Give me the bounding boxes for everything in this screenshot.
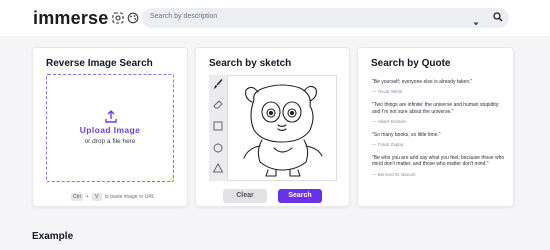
- search-icon: [493, 9, 503, 27]
- quote-text[interactable]: "Two things are infinite: the universe a…: [372, 102, 506, 115]
- chevron-down-icon[interactable]: [473, 14, 479, 26]
- palette-icon[interactable]: [126, 11, 140, 25]
- quote-text[interactable]: "Be yourself; everyone else is already t…: [372, 79, 506, 85]
- quote-author: — Frank Zappa: [372, 142, 404, 148]
- card-title: Search by sketch: [209, 58, 292, 69]
- kbd-ctrl: Ctrl: [71, 193, 83, 201]
- sketch-search-card: Search by sketch Clear Search: [195, 47, 350, 207]
- upload-image-label[interactable]: Upload Image: [47, 125, 173, 135]
- brush-icon[interactable]: [212, 77, 224, 89]
- upload-dropzone[interactable]: Upload Image or drop a file here: [46, 74, 174, 182]
- paste-hint: to paste image or URL: [104, 194, 155, 200]
- app-logo[interactable]: immerse: [33, 8, 108, 29]
- quote-author: — Oscar Wilde: [372, 89, 403, 95]
- quote-list: "Be yourself; everyone else is already t…: [372, 79, 506, 185]
- kbd-v: V: [91, 193, 102, 201]
- sketch-search-button[interactable]: Search: [278, 189, 322, 203]
- search-bar[interactable]: Search by description: [142, 8, 489, 28]
- search-input[interactable]: Search by description: [150, 13, 217, 20]
- image-search-icon[interactable]: [111, 11, 125, 25]
- eraser-icon[interactable]: [212, 97, 224, 109]
- quote-item[interactable]: "Be yourself; everyone else is already t…: [372, 79, 506, 94]
- card-title: Reverse Image Search: [46, 58, 153, 69]
- quote-item[interactable]: "So many books, so little time." — Frank…: [372, 132, 506, 147]
- sketch-canvas[interactable]: [227, 75, 337, 181]
- drop-hint: or drop a file here: [84, 138, 136, 145]
- card-title: Search by Quote: [371, 58, 451, 69]
- quote-search-card: Search by Quote "Be yourself; everyone e…: [357, 47, 514, 207]
- square-icon[interactable]: [212, 119, 224, 131]
- paste-hint-row: Ctrl + V to paste image or URL: [71, 192, 155, 202]
- clear-button[interactable]: Clear: [223, 189, 267, 203]
- triangle-icon[interactable]: [212, 161, 224, 173]
- circle-icon[interactable]: [212, 141, 224, 153]
- sketch-drawing: [243, 84, 323, 177]
- quote-author: — Bernard M. Baruch: [372, 171, 416, 177]
- kbd-plus: +: [85, 194, 89, 200]
- quote-text[interactable]: "So many books, so little time.": [372, 132, 506, 138]
- search-button[interactable]: [487, 8, 509, 28]
- quote-author: — Albert Einstein: [372, 118, 407, 124]
- upload-icon: [103, 109, 119, 125]
- example-section-title: Example: [32, 231, 74, 242]
- quote-text[interactable]: "Be who you are and say what you feel, b…: [372, 155, 506, 168]
- reverse-image-search-card: Reverse Image Search Upload Image or dro…: [32, 47, 188, 207]
- sketch-toolbar: [209, 75, 227, 181]
- quote-item[interactable]: "Be who you are and say what you feel, b…: [372, 155, 506, 177]
- top-bar: immerse Search by description: [0, 0, 550, 36]
- quote-item[interactable]: "Two things are infinite: the universe a…: [372, 102, 506, 124]
